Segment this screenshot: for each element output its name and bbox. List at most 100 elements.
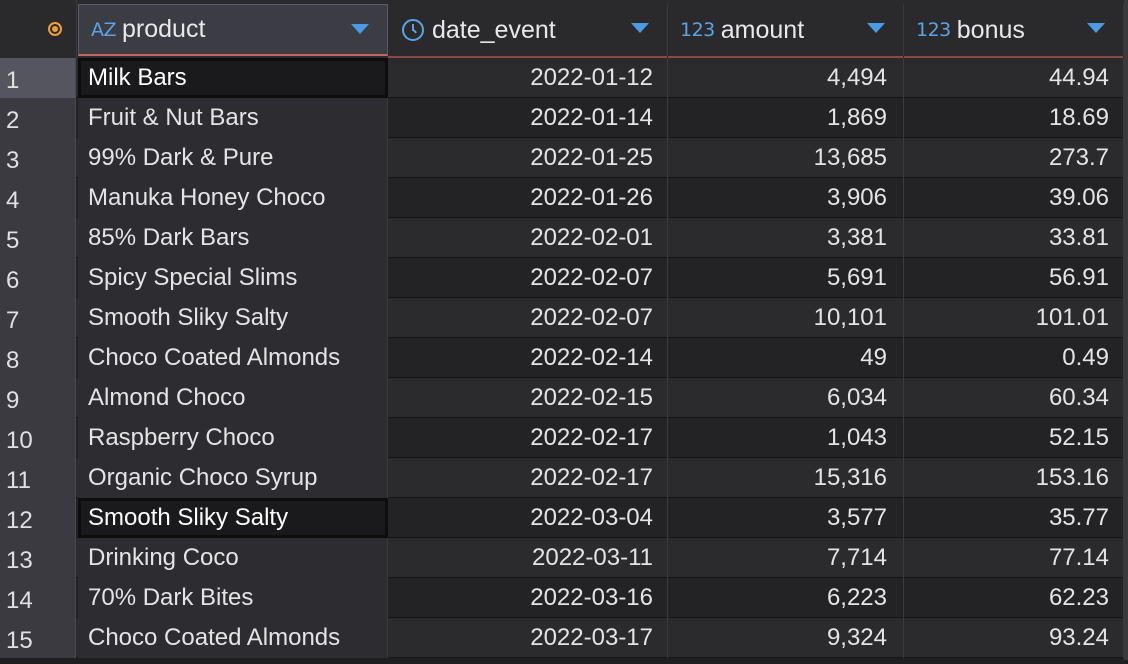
cell-product[interactable]: 70% Dark Bites: [78, 578, 388, 618]
cell-date-event[interactable]: 2022-01-14: [388, 98, 668, 138]
cell-product[interactable]: Drinking Coco: [78, 538, 388, 578]
table-row[interactable]: 15 Choco Coated Almonds 2022-03-17 9,324 93.…: [0, 618, 1128, 658]
record-marker-icon[interactable]: [48, 22, 62, 36]
cell-product[interactable]: Smooth Sliky Salty: [78, 498, 388, 538]
row-number[interactable]: 7: [0, 298, 76, 338]
cell-bonus[interactable]: 44.94: [904, 58, 1124, 98]
cell-product[interactable]: Smooth Sliky Salty: [78, 298, 388, 338]
cell-amount[interactable]: 1,043: [668, 418, 904, 458]
table-row[interactable]: 13 Drinking Coco 2022-03-11 7,714 77.14: [0, 538, 1128, 578]
cell-date-event[interactable]: 2022-02-15: [388, 378, 668, 418]
cell-amount[interactable]: 3,906: [668, 178, 904, 218]
chevron-down-icon[interactable]: [351, 24, 369, 34]
cell-bonus[interactable]: 60.34: [904, 378, 1124, 418]
cell-date-event[interactable]: 2022-02-07: [388, 298, 668, 338]
chevron-down-icon[interactable]: [631, 23, 649, 33]
chevron-down-icon[interactable]: [867, 23, 885, 33]
cell-date-event[interactable]: 2022-02-17: [388, 418, 668, 458]
cell-amount[interactable]: 6,223: [668, 578, 904, 618]
table-row[interactable]: 5 85% Dark Bars 2022-02-01 3,381 33.81: [0, 218, 1128, 258]
cell-date-event[interactable]: 2022-02-01: [388, 218, 668, 258]
cell-amount[interactable]: 13,685: [668, 138, 904, 178]
cell-amount[interactable]: 6,034: [668, 378, 904, 418]
cell-product[interactable]: Choco Coated Almonds: [78, 338, 388, 378]
cell-product[interactable]: Spicy Special Slims: [78, 258, 388, 298]
grid-corner[interactable]: [0, 0, 77, 58]
cell-date-event[interactable]: 2022-01-26: [388, 178, 668, 218]
table-row[interactable]: 9 Almond Choco 2022-02-15 6,034 60.34: [0, 378, 1128, 418]
cell-product[interactable]: Organic Choco Syrup: [78, 458, 388, 498]
cell-amount[interactable]: 4,494: [668, 58, 904, 98]
cell-bonus[interactable]: 62.23: [904, 578, 1124, 618]
column-header-product[interactable]: AZ product: [78, 4, 388, 56]
cell-amount[interactable]: 3,381: [668, 218, 904, 258]
table-row[interactable]: 8 Choco Coated Almonds 2022-02-14 49 0.49: [0, 338, 1128, 378]
cell-date-event[interactable]: 2022-02-17: [388, 458, 668, 498]
table-row[interactable]: 3 99% Dark & Pure 2022-01-25 13,685 273.7: [0, 138, 1128, 178]
cell-amount[interactable]: 5,691: [668, 258, 904, 298]
table-row[interactable]: 10 Raspberry Choco 2022-02-17 1,043 52.15: [0, 418, 1128, 458]
cell-product[interactable]: Fruit & Nut Bars: [78, 98, 388, 138]
cell-product[interactable]: 99% Dark & Pure: [78, 138, 388, 178]
row-number[interactable]: 12: [0, 498, 76, 538]
row-number[interactable]: 6: [0, 258, 76, 298]
row-number[interactable]: 10: [0, 418, 76, 458]
row-number[interactable]: 5: [0, 218, 76, 258]
row-number[interactable]: 15: [0, 618, 76, 658]
cell-amount[interactable]: 9,324: [668, 618, 904, 658]
cell-bonus[interactable]: 52.15: [904, 418, 1124, 458]
cell-amount[interactable]: 10,101: [668, 298, 904, 338]
table-row[interactable]: 11 Organic Choco Syrup 2022-02-17 15,316 153…: [0, 458, 1128, 498]
row-number[interactable]: 3: [0, 138, 76, 178]
column-header-bonus[interactable]: 123 bonus: [904, 4, 1124, 58]
cell-product[interactable]: Raspberry Choco: [78, 418, 388, 458]
cell-product[interactable]: 85% Dark Bars: [78, 218, 388, 258]
cell-amount[interactable]: 49: [668, 338, 904, 378]
cell-amount[interactable]: 15,316: [668, 458, 904, 498]
column-header-date-event[interactable]: date_event: [388, 4, 668, 58]
row-number[interactable]: 14: [0, 578, 76, 618]
table-row[interactable]: 7 Smooth Sliky Salty 2022-02-07 10,101 101.0…: [0, 298, 1128, 338]
row-number[interactable]: 11: [0, 458, 76, 498]
cell-bonus[interactable]: 33.81: [904, 218, 1124, 258]
cell-bonus[interactable]: 101.01: [904, 298, 1124, 338]
cell-date-event[interactable]: 2022-01-12: [388, 58, 668, 98]
row-number[interactable]: 2: [0, 98, 76, 138]
cell-product[interactable]: Manuka Honey Choco: [78, 178, 388, 218]
table-row[interactable]: 2 Fruit & Nut Bars 2022-01-14 1,869 18.69: [0, 98, 1128, 138]
row-number[interactable]: 1: [0, 58, 76, 98]
cell-bonus[interactable]: 273.7: [904, 138, 1124, 178]
cell-product[interactable]: Milk Bars: [78, 58, 388, 98]
cell-bonus[interactable]: 35.77: [904, 498, 1124, 538]
cell-bonus[interactable]: 56.91: [904, 258, 1124, 298]
cell-date-event[interactable]: 2022-03-16: [388, 578, 668, 618]
cell-bonus[interactable]: 18.69: [904, 98, 1124, 138]
scrollbar-track[interactable]: [1124, 0, 1128, 660]
cell-bonus[interactable]: 77.14: [904, 538, 1124, 578]
cell-date-event[interactable]: 2022-02-14: [388, 338, 668, 378]
cell-date-event[interactable]: 2022-03-17: [388, 618, 668, 658]
cell-amount[interactable]: 7,714: [668, 538, 904, 578]
table-row[interactable]: 6 Spicy Special Slims 2022-02-07 5,691 56.91: [0, 258, 1128, 298]
row-number[interactable]: 8: [0, 338, 76, 378]
table-row[interactable]: 14 70% Dark Bites 2022-03-16 6,223 62.23: [0, 578, 1128, 618]
cell-amount[interactable]: 1,869: [668, 98, 904, 138]
table-row[interactable]: 1 Milk Bars 2022-01-12 4,494 44.94: [0, 58, 1128, 98]
table-row[interactable]: 12 Smooth Sliky Salty 2022-03-04 3,577 35.77: [0, 498, 1128, 538]
cell-amount[interactable]: 3,577: [668, 498, 904, 538]
column-header-amount[interactable]: 123 amount: [668, 4, 904, 58]
cell-date-event[interactable]: 2022-02-07: [388, 258, 668, 298]
cell-date-event[interactable]: 2022-03-11: [388, 538, 668, 578]
row-number[interactable]: 9: [0, 378, 76, 418]
cell-bonus[interactable]: 153.16: [904, 458, 1124, 498]
cell-bonus[interactable]: 93.24: [904, 618, 1124, 658]
cell-date-event[interactable]: 2022-01-25: [388, 138, 668, 178]
cell-product[interactable]: Choco Coated Almonds: [78, 618, 388, 658]
cell-bonus[interactable]: 39.06: [904, 178, 1124, 218]
row-number[interactable]: 13: [0, 538, 76, 578]
cell-date-event[interactable]: 2022-03-04: [388, 498, 668, 538]
cell-product[interactable]: Almond Choco: [78, 378, 388, 418]
chevron-down-icon[interactable]: [1087, 23, 1105, 33]
row-number[interactable]: 4: [0, 178, 76, 218]
table-row[interactable]: 4 Manuka Honey Choco 2022-01-26 3,906 39.06: [0, 178, 1128, 218]
